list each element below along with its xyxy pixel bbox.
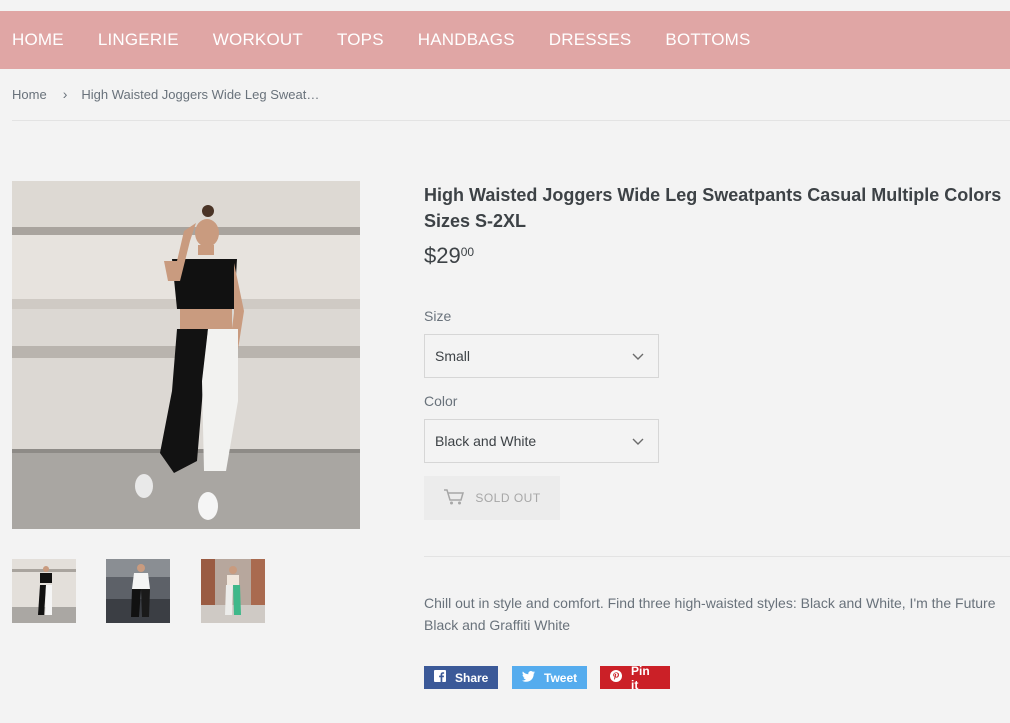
product-thumbnail[interactable] xyxy=(106,559,170,623)
sold-out-button[interactable]: SOLD OUT xyxy=(424,476,560,520)
color-label: Color xyxy=(424,393,458,409)
product-price: $2900 xyxy=(424,243,474,269)
facebook-share-button[interactable]: Share xyxy=(424,666,498,689)
nav-lingerie[interactable]: LINGERIE xyxy=(98,30,179,50)
cart-icon xyxy=(443,488,475,509)
color-select[interactable]: Black and White xyxy=(424,419,659,463)
chevron-down-icon xyxy=(632,434,644,450)
sold-out-label: SOLD OUT xyxy=(475,491,541,505)
product-title: High Waisted Joggers Wide Leg Sweatpants… xyxy=(424,185,1002,231)
product-divider xyxy=(424,556,1010,557)
product-thumbnail[interactable] xyxy=(201,559,265,623)
pinterest-share-button[interactable]: Pin it xyxy=(600,663,670,692)
facebook-icon xyxy=(434,670,455,685)
breadcrumb-separator: › xyxy=(62,86,68,102)
product-description: Chill out in style and comfort. Find thr… xyxy=(424,595,996,633)
breadcrumb: Home › High Waisted Joggers Wide Leg Swe… xyxy=(12,86,319,102)
nav-dresses[interactable]: DRESSES xyxy=(549,30,632,50)
pinterest-icon xyxy=(610,670,631,685)
product-thumbnail[interactable] xyxy=(12,559,76,623)
price-main: $29 xyxy=(424,243,461,268)
breadcrumb-current: High Waisted Joggers Wide Leg Sweat… xyxy=(81,86,320,102)
chevron-down-icon xyxy=(632,349,644,365)
size-select[interactable]: Small xyxy=(424,334,659,378)
breadcrumb-home-link[interactable]: Home xyxy=(12,87,47,102)
pinterest-share-label: Pin it xyxy=(631,663,650,692)
nav-workout[interactable]: WORKOUT xyxy=(213,30,303,50)
facebook-share-label: Share xyxy=(455,670,489,685)
color-select-value: Black and White xyxy=(435,433,537,449)
nav-tops[interactable]: TOPS xyxy=(337,30,384,50)
nav-home[interactable]: HOME xyxy=(12,30,64,50)
nav-bottoms[interactable]: BOTTOMS xyxy=(665,30,750,50)
product-main-image[interactable] xyxy=(12,181,360,529)
main-nav: HOME LINGERIE WORKOUT TOPS HANDBAGS DRES… xyxy=(0,11,1010,69)
breadcrumb-divider xyxy=(12,120,1010,121)
twitter-share-button[interactable]: Tweet xyxy=(512,666,587,689)
price-cents: 00 xyxy=(460,245,475,259)
size-label: Size xyxy=(424,308,452,324)
twitter-icon xyxy=(522,670,544,685)
size-select-value: Small xyxy=(435,348,471,364)
nav-handbags[interactable]: HANDBAGS xyxy=(418,30,515,50)
twitter-share-label: Tweet xyxy=(544,670,578,685)
